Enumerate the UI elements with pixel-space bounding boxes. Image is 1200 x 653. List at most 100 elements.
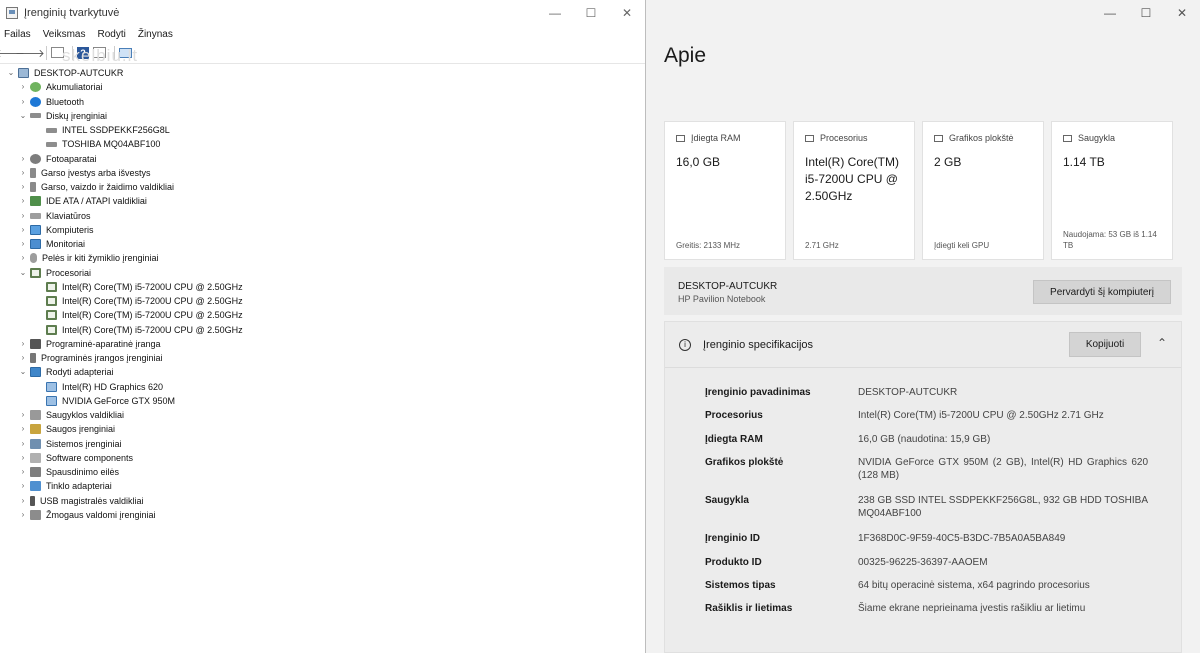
tree-category[interactable]: › Programinės įrangos įrenginiai xyxy=(0,351,646,365)
chevron-right-icon[interactable]: › xyxy=(16,251,30,265)
spec-key: Įrenginio ID xyxy=(705,533,760,544)
menu-file[interactable]: Failas xyxy=(4,29,31,40)
chevron-up-icon[interactable]: ⌃ xyxy=(1157,336,1167,350)
chevron-right-icon[interactable]: › xyxy=(16,508,30,522)
chevron-right-icon[interactable]: › xyxy=(16,152,30,166)
chevron-right-icon[interactable]: › xyxy=(16,95,30,109)
tree-device[interactable]: Intel(R) HD Graphics 620 xyxy=(0,380,646,394)
chevron-right-icon[interactable]: › xyxy=(16,437,30,451)
spec-row: Įrenginio pavadinimas DESKTOP-AUTCUKR xyxy=(705,386,1148,399)
tree-category-label: Procesoriai xyxy=(46,267,92,278)
tree-category-label: Akumuliatoriai xyxy=(46,82,103,93)
chevron-right-icon[interactable]: › xyxy=(16,451,30,465)
copy-button[interactable]: Kopijuoti xyxy=(1069,332,1141,357)
about-window: — ☐ ✕ Apie Įdiegta RAM 16,0 GB Greitis: … xyxy=(646,0,1200,653)
spec-value: Šiame ekrane neprieinama įvestis rašikli… xyxy=(858,603,1086,614)
maximize-button[interactable]: ☐ xyxy=(1128,0,1164,26)
tree-device-label: Intel(R) Core(TM) i5-7200U CPU @ 2.50GHz xyxy=(62,296,243,306)
tree-device[interactable]: Intel(R) Core(TM) i5-7200U CPU @ 2.50GHz xyxy=(0,323,646,337)
tree-device[interactable]: Intel(R) Core(TM) i5-7200U CPU @ 2.50GHz xyxy=(0,308,646,322)
tree-root[interactable]: ⌄ DESKTOP-AUTCUKR xyxy=(0,66,646,80)
page-title: Apie xyxy=(664,44,707,67)
tree-category[interactable]: › Pelės ir kiti žymiklio įrenginiai xyxy=(0,251,646,265)
watermark: skelbiu.lt xyxy=(62,46,139,65)
tree-category[interactable]: ⌄ Rodyti adapteriai xyxy=(0,365,646,379)
spec-value: 00325-96225-36397-AAOEM xyxy=(858,557,988,568)
chevron-right-icon[interactable]: › xyxy=(16,479,30,493)
maximize-button[interactable]: ☐ xyxy=(573,0,609,26)
tree-category[interactable]: › Software components xyxy=(0,451,646,465)
tree-category-label: Žmogaus valdomi įrenginiai xyxy=(46,509,156,520)
tree-category[interactable]: › Saugos įrenginiai xyxy=(0,422,646,436)
tree-category[interactable]: ⌄ Procesoriai xyxy=(0,266,646,280)
chevron-right-icon[interactable]: › xyxy=(16,166,30,180)
tree-category[interactable]: › Garso, vaizdo ir žaidimo valdikliai xyxy=(0,180,646,194)
close-button[interactable]: ✕ xyxy=(609,0,645,26)
chevron-right-icon[interactable]: › xyxy=(16,237,30,251)
chevron-right-icon[interactable]: › xyxy=(16,80,30,94)
device-manager-window: Įrenginių tvarkytuvė — ☐ ✕ Failas Veiksm… xyxy=(0,0,646,653)
tree-category[interactable]: › Akumuliatoriai xyxy=(0,80,646,94)
processor-icon xyxy=(46,310,57,321)
chevron-right-icon[interactable]: › xyxy=(16,408,30,422)
rename-pc-button[interactable]: Pervardyti šį kompiuterį xyxy=(1033,280,1171,304)
chevron-right-icon[interactable]: › xyxy=(16,223,30,237)
tree-category[interactable]: › Kompiuteris xyxy=(0,223,646,237)
tree-category[interactable]: › Programinė-aparatinė įranga xyxy=(0,337,646,351)
chevron-right-icon[interactable]: › xyxy=(16,351,30,365)
info-icon: i xyxy=(679,338,691,351)
device-manager-icon xyxy=(6,7,18,19)
speaker-icon xyxy=(30,167,36,178)
tree-device[interactable]: TOSHIBA MQ04ABF100 xyxy=(0,137,646,151)
menu-view[interactable]: Rodyti xyxy=(97,29,125,40)
tree-category[interactable]: › Klaviatūros xyxy=(0,209,646,223)
tree-category[interactable]: › USB magistralės valdikliai xyxy=(0,494,646,508)
minimize-button[interactable]: — xyxy=(537,0,573,26)
chevron-right-icon[interactable]: › xyxy=(16,209,30,223)
chevron-down-icon[interactable]: ⌄ xyxy=(4,66,18,80)
tree-category[interactable]: › Garso įvestys arba išvestys xyxy=(0,166,646,180)
tree-category[interactable]: › Monitoriai xyxy=(0,237,646,251)
tree-category-label: USB magistralės valdikliai xyxy=(40,495,144,506)
chevron-down-icon[interactable]: ⌄ xyxy=(16,266,30,280)
chevron-down-icon[interactable]: ⌄ xyxy=(16,365,30,379)
menu-help[interactable]: Žinynas xyxy=(138,29,173,40)
spec-row: Įrenginio ID 1F368D0C-9F59-40C5-B3DC-7B5A… xyxy=(705,532,1148,545)
close-button[interactable]: ✕ xyxy=(1164,0,1200,26)
tree-device[interactable]: INTEL SSDPEKKF256G8L xyxy=(0,123,646,137)
spec-header[interactable]: i Įrenginio specifikacijos Kopijuoti ⌃ xyxy=(665,322,1181,368)
tree-category[interactable]: ⌄ Diskų įrenginiai xyxy=(0,109,646,123)
tree-category[interactable]: › Spausdinimo eilės xyxy=(0,465,646,479)
chevron-right-icon[interactable]: › xyxy=(16,337,30,351)
tree-category[interactable]: › Fotoaparatai xyxy=(0,152,646,166)
tree-device-label: Intel(R) Core(TM) i5-7200U CPU @ 2.50GHz xyxy=(62,324,243,335)
computer-icon xyxy=(18,68,29,79)
tree-category[interactable]: › IDE ATA / ATAPI valdikliai xyxy=(0,194,646,208)
chevron-right-icon[interactable]: › xyxy=(16,465,30,479)
chevron-right-icon[interactable]: › xyxy=(16,194,30,208)
tree-device[interactable]: NVIDIA GeForce GTX 950M xyxy=(0,394,646,408)
menu-action[interactable]: Veiksmas xyxy=(43,29,86,40)
minimize-button[interactable]: — xyxy=(1092,0,1128,26)
chevron-down-icon[interactable]: ⌄ xyxy=(16,109,30,123)
tree-category[interactable]: › Žmogaus valdomi įrenginiai xyxy=(0,508,646,522)
tree-category-label: Saugyklos valdikliai xyxy=(46,410,125,420)
forward-arrow-icon[interactable]: 🡒 xyxy=(15,45,45,61)
chevron-right-icon[interactable]: › xyxy=(16,180,30,194)
spec-value: 1F368D0C-9F59-40C5-B3DC-7B5A0A5BA849 xyxy=(858,533,1066,544)
tree-category-label: Klaviatūros xyxy=(46,210,91,221)
card-value: 16,0 GB xyxy=(676,155,721,169)
camera-icon xyxy=(30,153,41,164)
tree-device-label: Intel(R) Core(TM) i5-7200U CPU @ 2.50GHz xyxy=(62,310,243,321)
chevron-right-icon[interactable]: › xyxy=(16,494,30,508)
chevron-right-icon[interactable]: › xyxy=(16,422,30,436)
spec-key: Sistemos tipas xyxy=(705,580,776,591)
tree-device[interactable]: Intel(R) Core(TM) i5-7200U CPU @ 2.50GHz xyxy=(0,280,646,294)
tree-category[interactable]: › Sistemos įrenginiai xyxy=(0,437,646,451)
card-title: Įdiegta RAM xyxy=(691,133,741,143)
tree-category[interactable]: › Bluetooth xyxy=(0,95,646,109)
tree-device[interactable]: Intel(R) Core(TM) i5-7200U CPU @ 2.50GHz xyxy=(0,294,646,308)
tree-category[interactable]: › Saugyklos valdikliai xyxy=(0,408,646,422)
tree-category[interactable]: › Tinklo adapteriai xyxy=(0,479,646,493)
spec-row: Grafikos plokštė NVIDIA GeForce GTX 950M … xyxy=(705,456,1148,482)
